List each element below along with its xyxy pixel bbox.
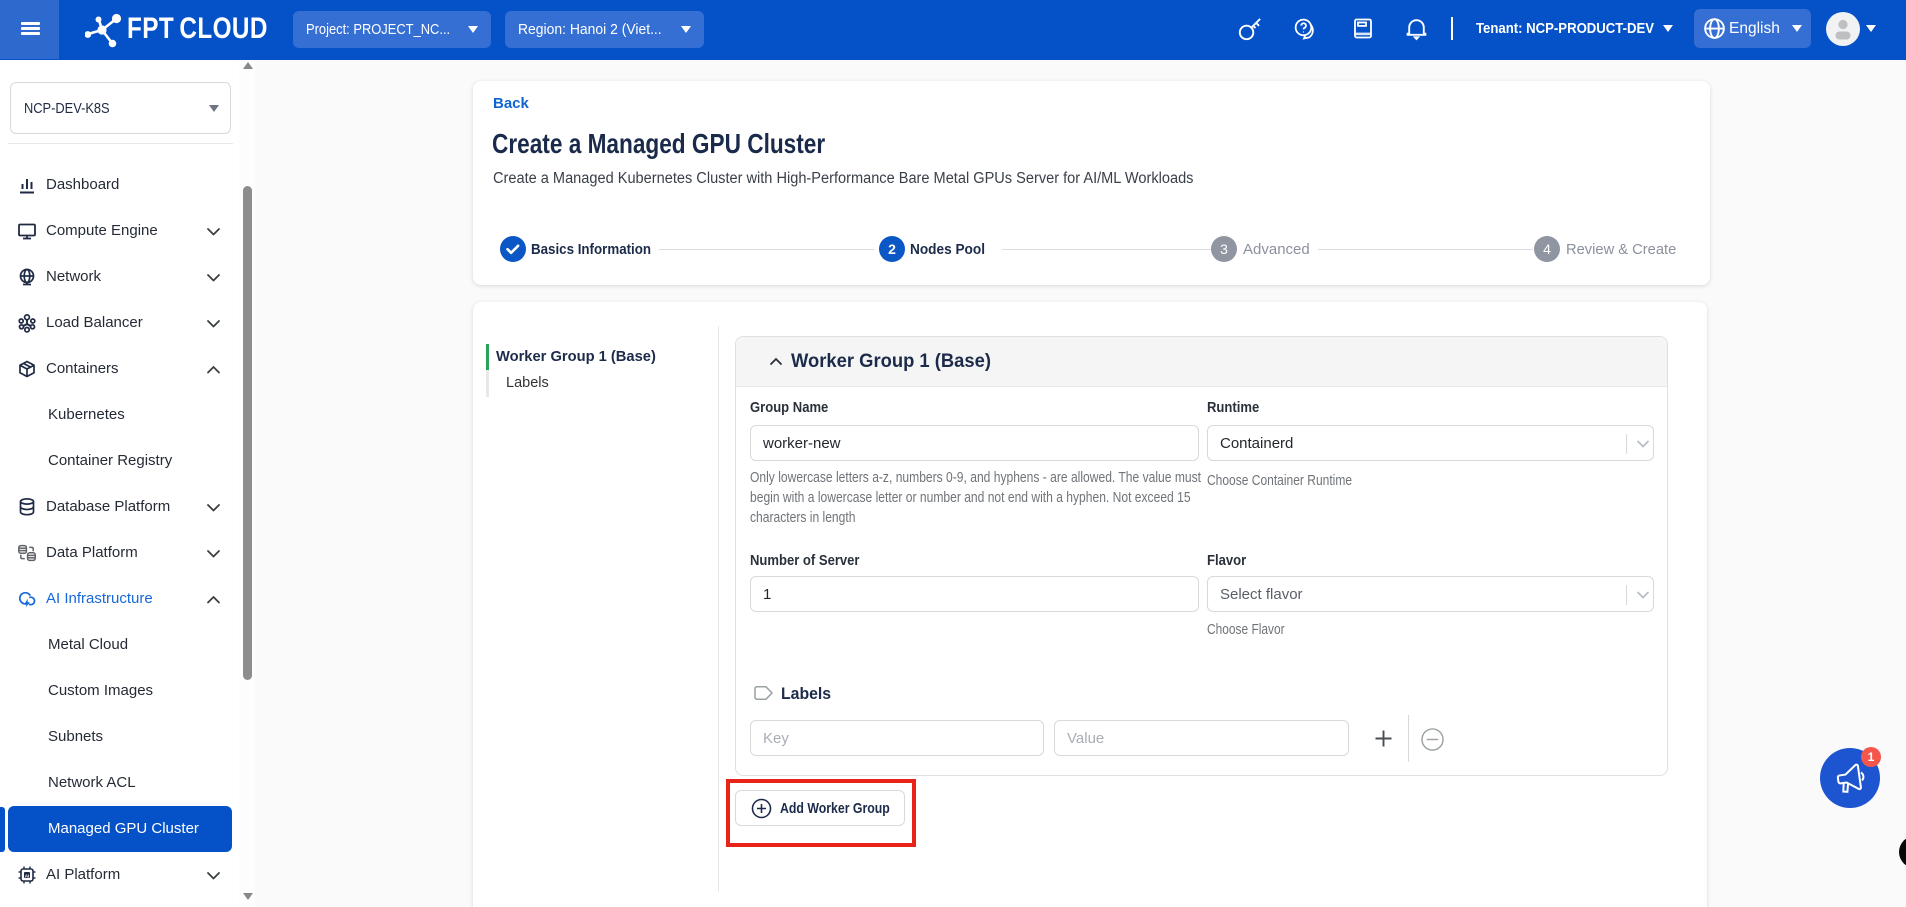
svg-text:AI: AI <box>25 873 30 878</box>
